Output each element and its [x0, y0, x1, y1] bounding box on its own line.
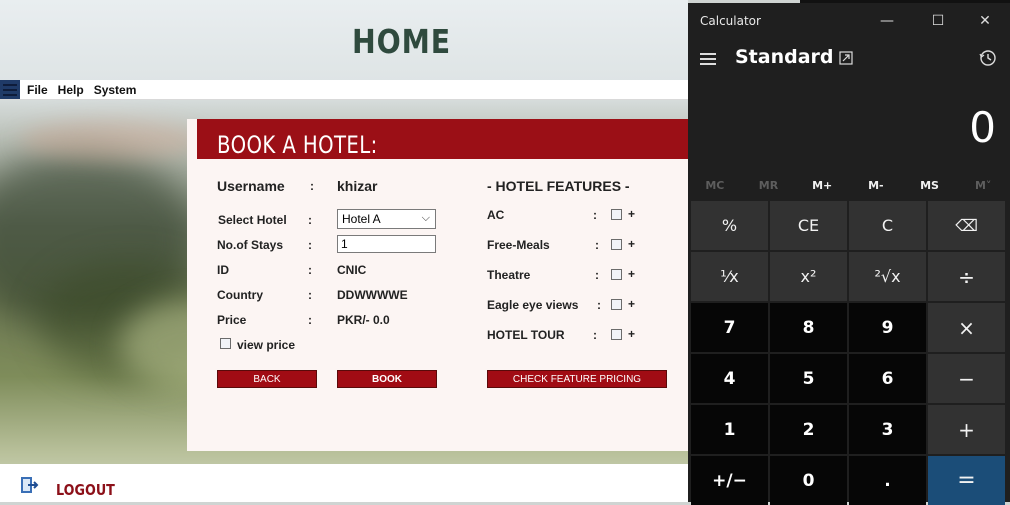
username-value: khizar [337, 178, 378, 194]
calculator-titlebar: Calculator — ☐ ✕ [688, 3, 1010, 39]
id-value: CNIC [337, 263, 367, 277]
calculator-display: 0 [969, 103, 996, 152]
feature-tour-checkbox[interactable] [611, 329, 622, 340]
price-label: Price [217, 313, 247, 327]
digit-8-button[interactable]: 8 [770, 303, 847, 352]
country-value: DDWWWWE [337, 288, 408, 302]
keypad: % CE C ⌫ ¹⁄x x² ²√x ÷ 7 8 9 × 4 5 6 − 1 … [691, 201, 1006, 505]
square-button[interactable]: x² [770, 252, 847, 301]
logout-button[interactable]: LOGOUT [56, 481, 115, 499]
menu-bar: File Help System [0, 80, 688, 100]
close-icon[interactable]: ✕ [962, 9, 1008, 33]
feature-eagle-checkbox[interactable] [611, 299, 622, 310]
backspace-button[interactable]: ⌫ [928, 201, 1005, 250]
reciprocal-button[interactable]: ¹⁄x [691, 252, 768, 301]
hotel-app-window: HOME File Help System BOOK A HOTEL: User… [0, 0, 688, 502]
features-title: - HOTEL FEATURES - [487, 178, 630, 194]
digit-1-button[interactable]: 1 [691, 405, 768, 454]
feature-ac-checkbox[interactable] [611, 209, 622, 220]
feature-theatre-checkbox[interactable] [611, 269, 622, 280]
calculator-title: Calculator [700, 14, 761, 28]
stays-input[interactable]: 1 [337, 235, 436, 253]
memory-list-button[interactable]: M˅ [956, 175, 1010, 197]
minus-button[interactable]: − [928, 354, 1005, 403]
hotel-select[interactable]: Hotel A ⌵ [337, 209, 436, 229]
book-button[interactable]: BOOK [337, 370, 437, 388]
check-feature-pricing-button[interactable]: CHECK FEATURE PRICING [487, 370, 667, 388]
username-label: Username [217, 178, 285, 194]
digit-9-button[interactable]: 9 [849, 303, 926, 352]
panel-title: BOOK A HOTEL: [217, 131, 378, 159]
navigation-menu-icon[interactable] [700, 53, 716, 68]
menu-file[interactable]: File [27, 83, 48, 97]
price-value: PKR/- 0.0 [337, 313, 390, 327]
clear-entry-button[interactable]: CE [770, 201, 847, 250]
clear-button[interactable]: C [849, 201, 926, 250]
feature-eagle-label: Eagle eye views [487, 298, 579, 312]
page-title: HOME [352, 22, 451, 61]
negate-button[interactable]: +/− [691, 456, 768, 505]
memory-row: MC MR M+ M- MS M˅ [688, 175, 1010, 197]
view-price-label: view price [237, 338, 296, 352]
booking-panel: BOOK A HOTEL: Username : khizar Select H… [187, 119, 688, 451]
square-root-button[interactable]: ²√x [849, 252, 926, 301]
divide-button[interactable]: ÷ [928, 252, 1005, 301]
digit-0-button[interactable]: 0 [770, 456, 847, 505]
chevron-down-icon: ⌵ [421, 212, 430, 224]
percent-button[interactable]: % [691, 201, 768, 250]
hamburger-menu-icon[interactable] [0, 80, 20, 99]
maximize-icon[interactable]: ☐ [915, 9, 961, 33]
calculator-window: Calculator — ☐ ✕ Standard 0 MC MR M+ M- … [688, 3, 1010, 505]
select-hotel-label: Select Hotel [218, 213, 287, 227]
feature-tour-label: HOTEL TOUR [487, 328, 565, 342]
equals-button[interactable]: = [928, 456, 1005, 505]
feature-meals-label: Free-Meals [487, 238, 550, 252]
calculator-mode-title: Standard [735, 46, 834, 68]
digit-6-button[interactable]: 6 [849, 354, 926, 403]
id-label: ID [217, 263, 229, 277]
digit-7-button[interactable]: 7 [691, 303, 768, 352]
panel-header: BOOK A HOTEL: [197, 119, 688, 159]
memory-clear-button[interactable]: MC [688, 175, 742, 197]
stays-label: No.of Stays [217, 238, 284, 252]
memory-store-button[interactable]: MS [903, 175, 957, 197]
feature-ac-label: AC [487, 208, 505, 222]
memory-recall-button[interactable]: MR [742, 175, 796, 197]
calculator-mode-row: Standard [688, 41, 1010, 77]
memory-subtract-button[interactable]: M- [849, 175, 903, 197]
footer-bar: LOGOUT [0, 464, 688, 502]
keep-on-top-icon[interactable] [839, 51, 853, 65]
plus-button[interactable]: + [928, 405, 1005, 454]
feature-meals-checkbox[interactable] [611, 239, 622, 250]
digit-5-button[interactable]: 5 [770, 354, 847, 403]
logout-icon[interactable] [20, 476, 40, 494]
view-price-checkbox[interactable] [220, 338, 231, 349]
digit-4-button[interactable]: 4 [691, 354, 768, 403]
minimize-icon[interactable]: — [864, 9, 910, 33]
country-label: Country [217, 288, 263, 302]
menu-system[interactable]: System [94, 83, 137, 97]
memory-add-button[interactable]: M+ [795, 175, 849, 197]
menu-help[interactable]: Help [58, 83, 84, 97]
feature-theatre-label: Theatre [487, 268, 531, 282]
decimal-button[interactable]: . [849, 456, 926, 505]
history-icon[interactable] [979, 49, 997, 67]
multiply-button[interactable]: × [928, 303, 1005, 352]
digit-2-button[interactable]: 2 [770, 405, 847, 454]
back-button[interactable]: BACK [217, 370, 317, 388]
digit-3-button[interactable]: 3 [849, 405, 926, 454]
